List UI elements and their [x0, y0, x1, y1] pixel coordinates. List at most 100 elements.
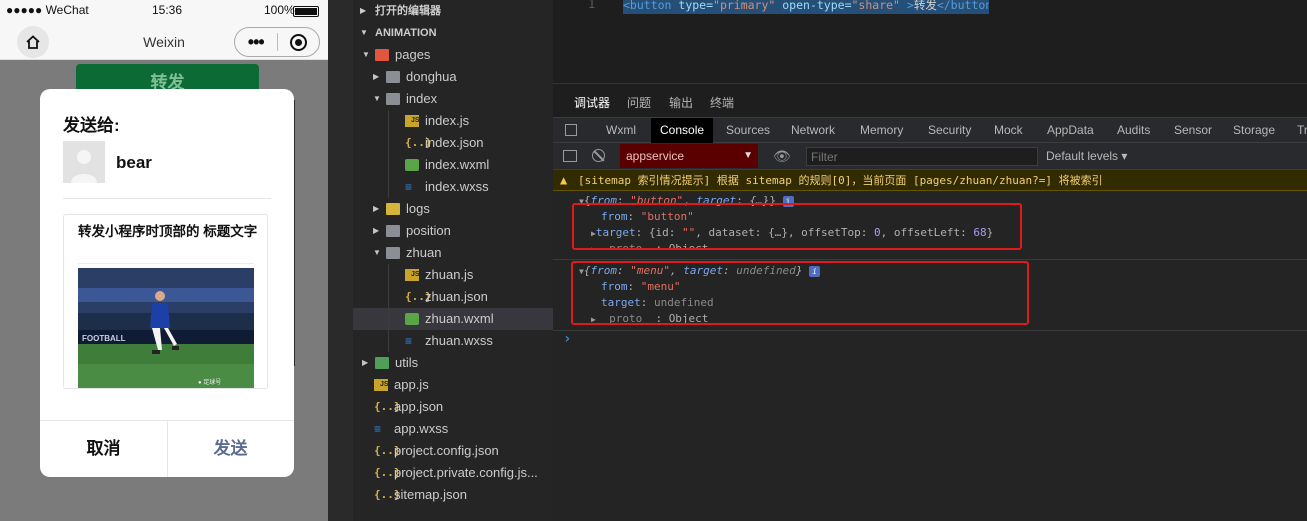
- file-item[interactable]: ≡ app.wxss: [353, 418, 553, 440]
- battery-percent: 100%: [264, 3, 295, 17]
- svg-text:FOOTBALL: FOOTBALL: [82, 334, 126, 343]
- card-title: 转发小程序时顶部的 标题文字: [78, 224, 258, 239]
- cancel-button[interactable]: 取消: [40, 420, 167, 477]
- carrier-label: ●●●●● WeChat: [6, 3, 89, 17]
- close-mini-program-icon[interactable]: [277, 33, 319, 51]
- eye-icon[interactable]: 👁: [773, 148, 791, 165]
- code-line-1[interactable]: <button type="primary" open-type="share"…: [623, 0, 989, 14]
- file-explorer: ▶ 打开的编辑器 ▼ ANIMATION ▼ pages ▶ donghua ▼ inde…: [353, 0, 553, 521]
- file-item[interactable]: {..} zhuan.json: [353, 286, 553, 308]
- tree-item-label: zhuan.wxss: [425, 333, 493, 348]
- tree-item-label: logs: [406, 201, 430, 216]
- file-item[interactable]: JS zhuan.js: [353, 264, 553, 286]
- devtools-tabs: Wxml Console Sources Network Memory Secu…: [553, 117, 1307, 143]
- folder-icon: [375, 49, 389, 61]
- open-editors-label: 打开的编辑器: [375, 5, 441, 17]
- json-file-icon: {..}: [374, 466, 401, 479]
- js-file-icon: JS: [374, 379, 389, 391]
- file-item[interactable]: JS app.js: [353, 374, 553, 396]
- file-item[interactable]: {..} index.json: [353, 132, 553, 154]
- console-prompt[interactable]: ›: [563, 331, 571, 347]
- chevron-right-icon[interactable]: ▶: [373, 220, 379, 242]
- folder-icon: [386, 93, 400, 105]
- tree-item-label: project.config.json: [394, 443, 499, 458]
- tab-mock[interactable]: Mock: [994, 118, 1023, 143]
- json-file-icon: {..}: [405, 136, 432, 149]
- send-button[interactable]: 发送: [167, 420, 294, 477]
- wxml-file-icon: [405, 313, 419, 325]
- tab-wxml[interactable]: Wxml: [606, 118, 636, 143]
- folder-icon: [386, 203, 400, 215]
- tab-debugger[interactable]: 调试器: [574, 94, 611, 119]
- inspect-element-icon[interactable]: [565, 124, 577, 136]
- chevron-down-icon: ▼: [360, 28, 368, 37]
- tab-appdata[interactable]: AppData: [1047, 118, 1094, 143]
- code-editor[interactable]: 1 <button type="primary" open-type="shar…: [553, 0, 1307, 83]
- tab-console[interactable]: Console: [651, 118, 714, 143]
- file-tree: ▼ pages ▶ donghua ▼ index JS index.js {..} index.…: [353, 44, 553, 506]
- file-item[interactable]: {..} project.private.config.js...: [353, 462, 553, 484]
- tree-item-label: zhuan.wxml: [425, 311, 494, 326]
- chevron-right-icon[interactable]: ▶: [362, 352, 368, 374]
- tab-overflow[interactable]: Tr: [1297, 118, 1307, 143]
- chevron-down-icon[interactable]: ▼: [362, 44, 370, 66]
- file-item[interactable]: {..} project.config.json: [353, 440, 553, 462]
- wechat-simulator: ●●●●● WeChat 15:36 100% Weixin ••• 转发 发送…: [0, 0, 328, 521]
- tab-audits[interactable]: Audits: [1117, 118, 1150, 143]
- console-toolbar: appservice ▼ 👁 Default levels ▾: [553, 143, 1307, 170]
- tab-output[interactable]: 输出: [669, 94, 693, 111]
- share-dialog: 发送给: bear 转发小程序时顶部的 标题文字 FOOTBALL ● 足球号 …: [40, 89, 294, 477]
- folder-item[interactable]: ▶ logs: [353, 198, 553, 220]
- filter-input[interactable]: [806, 147, 1038, 166]
- chevron-down-icon[interactable]: ▼: [373, 242, 381, 264]
- chevron-right-icon[interactable]: ▶: [373, 198, 379, 220]
- context-select[interactable]: appservice ▼: [620, 144, 758, 168]
- folder-item[interactable]: ▼ zhuan: [353, 242, 553, 264]
- file-item[interactable]: ≡ zhuan.wxss: [353, 330, 553, 352]
- status-bar: ●●●●● WeChat 15:36 100%: [0, 0, 328, 22]
- folder-item[interactable]: ▼ index: [353, 88, 553, 110]
- tree-item-label: position: [406, 223, 451, 238]
- folder-item[interactable]: ▶ utils: [353, 352, 553, 374]
- chevron-right-icon[interactable]: ▶: [373, 66, 379, 88]
- js-file-icon: JS: [405, 269, 420, 281]
- folder-item[interactable]: ▶ position: [353, 220, 553, 242]
- tab-problems[interactable]: 问题: [627, 94, 651, 111]
- tree-item-label: utils: [395, 355, 419, 370]
- project-section[interactable]: ▼ ANIMATION: [353, 22, 553, 44]
- tab-security[interactable]: Security: [928, 118, 971, 143]
- tab-sources[interactable]: Sources: [726, 118, 770, 143]
- warning-icon: ▲: [560, 173, 568, 187]
- open-editors-section[interactable]: ▶ 打开的编辑器: [353, 0, 553, 22]
- tree-item-label: app.wxss: [394, 421, 449, 436]
- file-item[interactable]: zhuan.wxml: [353, 308, 553, 330]
- tree-item-label: index.wxml: [425, 157, 490, 172]
- share-thumbnail-image: FOOTBALL ● 足球号: [78, 268, 254, 388]
- wxml-file-icon: [405, 159, 419, 171]
- battery-icon: [293, 6, 319, 17]
- file-item[interactable]: index.wxml: [353, 154, 553, 176]
- tree-item-label: index: [406, 91, 438, 106]
- tab-terminal[interactable]: 终端: [710, 94, 734, 111]
- clear-console-icon[interactable]: [592, 149, 605, 162]
- tab-memory[interactable]: Memory: [860, 118, 903, 143]
- tab-storage[interactable]: Storage: [1233, 118, 1275, 143]
- file-item[interactable]: ≡ index.wxss: [353, 176, 553, 198]
- wxss-file-icon: ≡: [405, 334, 413, 348]
- folder-item[interactable]: ▼ pages: [353, 44, 553, 66]
- file-item[interactable]: {..} app.json: [353, 396, 553, 418]
- file-item[interactable]: JS index.js: [353, 110, 553, 132]
- tree-item-label: pages: [395, 47, 431, 62]
- log-levels-dropdown[interactable]: Default levels ▾: [1046, 149, 1127, 163]
- json-file-icon: {..}: [374, 488, 401, 501]
- tab-network[interactable]: Network: [791, 118, 835, 143]
- tree-item-label: zhuan: [406, 245, 442, 260]
- avatar: [63, 141, 105, 183]
- more-menu-icon[interactable]: •••: [235, 32, 277, 53]
- folder-item[interactable]: ▶ donghua: [353, 66, 553, 88]
- sidebar-toggle-icon[interactable]: [563, 150, 577, 162]
- tab-sensor[interactable]: Sensor: [1174, 118, 1212, 143]
- chevron-down-icon[interactable]: ▼: [373, 88, 381, 110]
- file-item[interactable]: {..} sitemap.json: [353, 484, 553, 506]
- context-value: appservice: [626, 149, 685, 163]
